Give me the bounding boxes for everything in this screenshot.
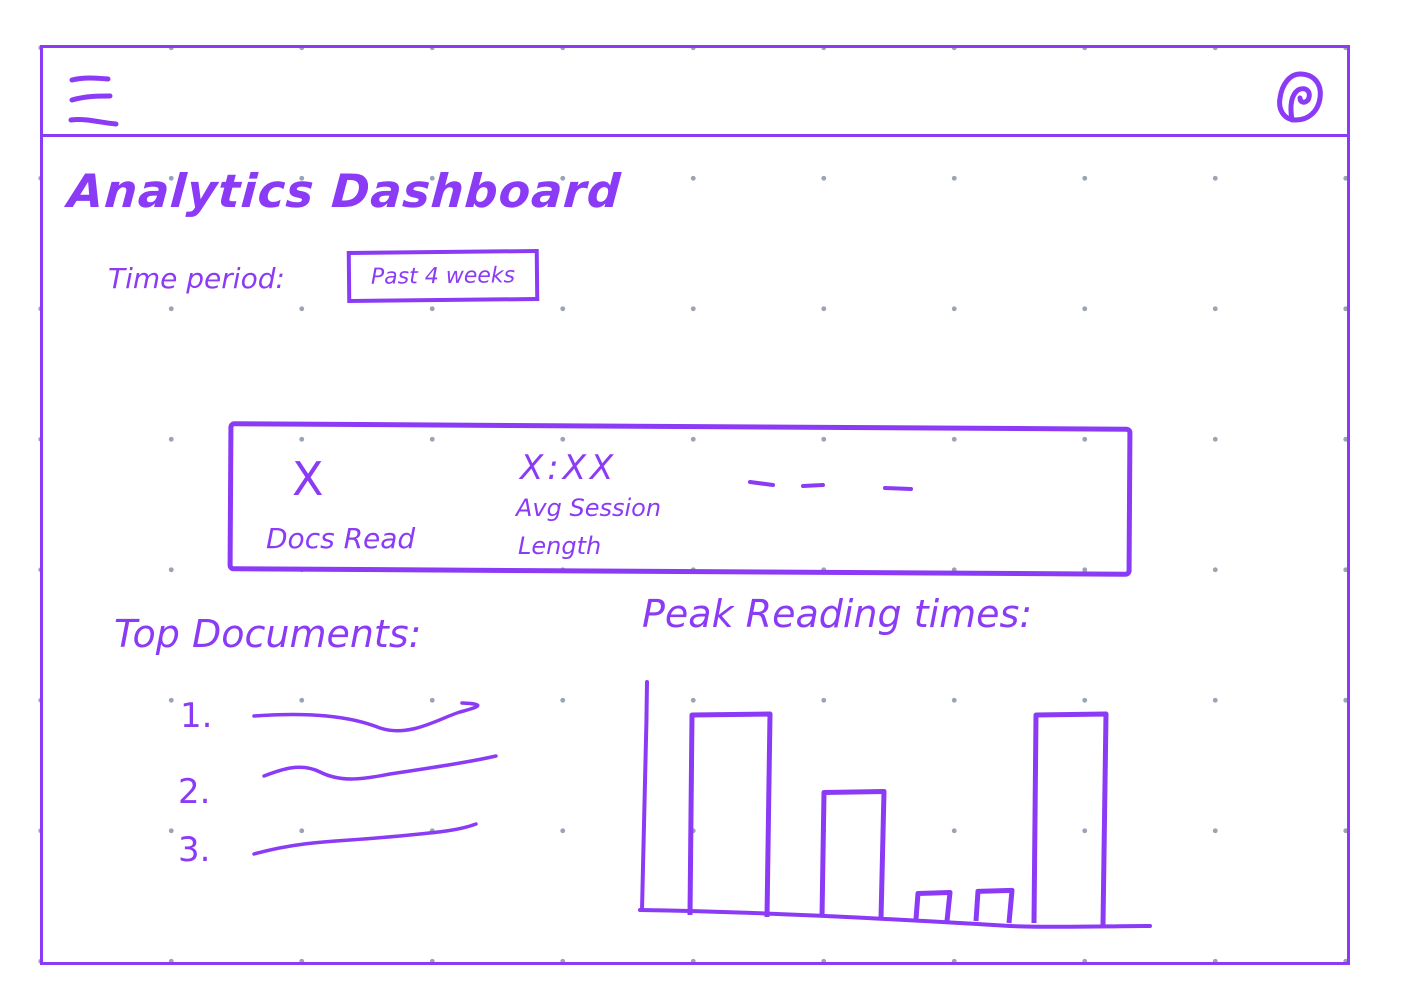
avg-session-value: X:XX (520, 448, 618, 488)
peak-reading-title: Peak Reading times: (642, 592, 1033, 636)
chart-x-axis (638, 908, 1152, 929)
page: Analytics Dashboard Time period: Past 4 … (0, 0, 1408, 995)
page-title: Analytics Dashboard (66, 164, 623, 218)
document-2-link[interactable] (260, 752, 500, 792)
more-stats-placeholder (748, 480, 913, 491)
hamburger-menu-icon[interactable] (68, 72, 120, 130)
chart-bar-5 (1031, 711, 1109, 926)
peak-reading-chart (630, 670, 1160, 940)
time-period-value: Past 4 weeks (370, 262, 516, 290)
document-rank-1: 1. (180, 696, 213, 736)
document-rank-2: 2. (178, 772, 211, 812)
chart-bar-4 (973, 887, 1015, 924)
document-3-link[interactable] (250, 820, 480, 860)
document-rank-3: 3. (178, 830, 211, 870)
user-avatar-icon[interactable] (1274, 70, 1326, 126)
chart-y-axis (640, 680, 649, 912)
top-bar (40, 45, 1350, 137)
docs-read-value: X (292, 452, 324, 506)
docs-read-label: Docs Read (266, 522, 416, 555)
time-period-label: Time period: (108, 262, 285, 295)
chart-bar-1 (687, 711, 773, 918)
chart-bar-2 (819, 788, 887, 920)
top-documents-title: Top Documents: (114, 612, 422, 656)
time-period-dropdown[interactable]: Past 4 weeks (346, 248, 540, 304)
document-1-link[interactable] (250, 698, 500, 738)
avg-session-label: Avg Session (516, 494, 662, 522)
chart-bar-3 (913, 890, 953, 922)
avg-session-label-line2: Length (518, 532, 602, 560)
